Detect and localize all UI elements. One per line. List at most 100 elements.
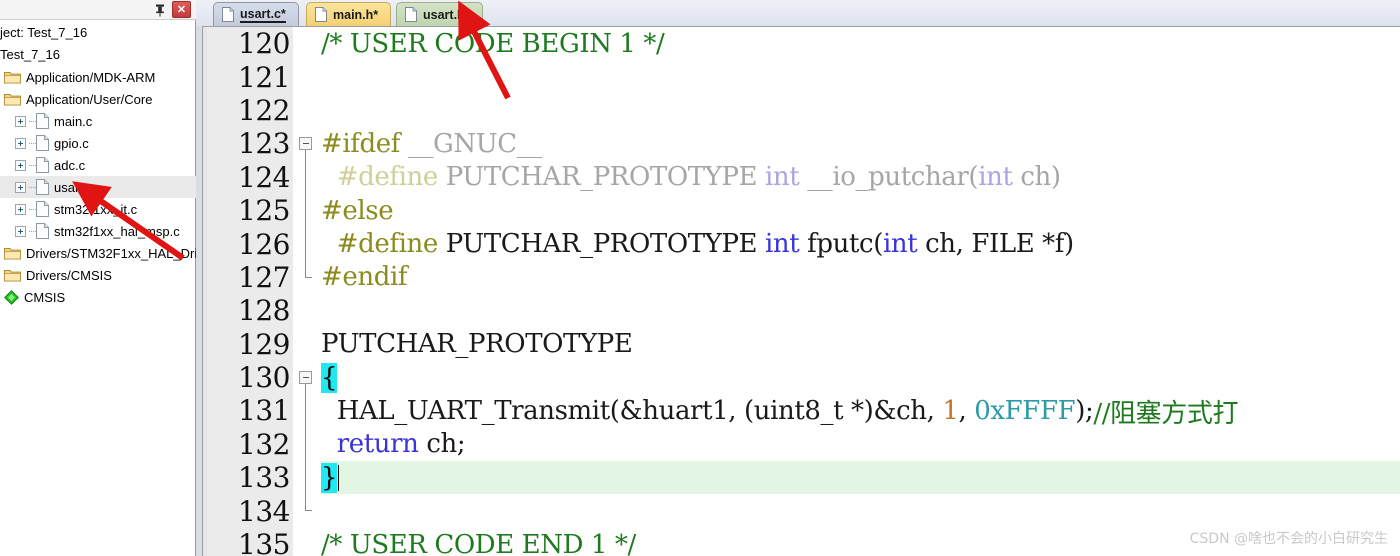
code-line-text xyxy=(321,60,1400,93)
project-root-label: Test_7_16 xyxy=(0,47,60,62)
line-number: 125 xyxy=(207,193,293,228)
code-line[interactable]: 124 #define PUTCHAR_PROTOTYPE int __io_p… xyxy=(207,160,1400,194)
tree-item-usart-c[interactable]: usart.c xyxy=(0,176,196,198)
code-line[interactable]: 126 #define PUTCHAR_PROTOTYPE int fputc(… xyxy=(207,227,1400,261)
expand-toggle-icon[interactable] xyxy=(15,115,26,127)
code-token: ch) xyxy=(1012,162,1061,193)
tree-item-adc-c[interactable]: adc.c xyxy=(0,154,196,176)
code-line[interactable]: 120 /* USER CODE BEGIN 1 */ xyxy=(207,27,1400,61)
code-line-text: #define PUTCHAR_PROTOTYPE int fputc(int … xyxy=(321,227,1400,260)
expand-toggle-icon[interactable] xyxy=(15,181,26,193)
code-line[interactable]: 125 #else xyxy=(207,193,1400,228)
line-number: 123 xyxy=(207,127,293,161)
code-token: fputc( xyxy=(799,229,883,260)
expand-toggle-icon[interactable] xyxy=(15,203,26,215)
folder-icon xyxy=(4,269,21,281)
editor-tab-main-h-[interactable]: main.h* xyxy=(306,2,392,26)
code-line[interactable]: 133} xyxy=(207,461,1400,495)
code-line[interactable]: 123 #ifdef __GNUC__ xyxy=(207,127,1400,162)
fold-gutter-cell[interactable] xyxy=(293,93,321,128)
code-token: #ifdef xyxy=(321,128,400,159)
code-token: int xyxy=(978,162,1013,193)
pin-icon[interactable] xyxy=(152,2,168,18)
tree-item-label: usart.c xyxy=(54,179,94,195)
project-header-label: ject: Test_7_16 xyxy=(0,25,88,40)
tree-item-main-c[interactable]: main.c xyxy=(0,110,196,132)
fold-gutter-cell[interactable] xyxy=(293,394,321,428)
fold-gutter-cell[interactable] xyxy=(293,193,321,228)
code-token: HAL_UART_Transmit(&huart1, (uint8_t *)&c… xyxy=(321,395,943,426)
code-line-text: { xyxy=(321,361,1400,394)
tree-item-drivers-stm32f1xx-hal-driv[interactable]: Drivers/STM32F1xx_HAL_Driv xyxy=(0,242,196,264)
file-icon xyxy=(36,135,49,151)
code-line[interactable]: 128 xyxy=(207,294,1400,328)
expand-toggle-icon[interactable] xyxy=(15,137,26,149)
fold-guide xyxy=(305,193,306,228)
editor-tab-label: main.h* xyxy=(333,7,379,22)
code-token: /* USER CODE BEGIN 1 */ xyxy=(321,28,665,59)
fold-gutter-cell[interactable] xyxy=(293,160,321,194)
code-area[interactable]: 120 /* USER CODE BEGIN 1 */ 121 122 123 #ifde… xyxy=(207,27,1400,556)
tree-item-application-user-core[interactable]: Application/User/Core xyxy=(0,88,196,110)
code-line[interactable]: 127 #endif xyxy=(207,260,1400,295)
code-line[interactable]: 130 { xyxy=(207,360,1400,395)
tree-connector xyxy=(29,164,36,166)
code-line-text: #define PUTCHAR_PROTOTYPE int __io_putch… xyxy=(321,161,1400,194)
code-token: ch, FILE *f) xyxy=(917,229,1074,260)
code-token: ); xyxy=(1075,395,1094,426)
tree-connector xyxy=(29,142,36,144)
tree-item-stm32f1xx-hal-msp-c[interactable]: stm32f1xx_hal_msp.c xyxy=(0,220,196,242)
fold-gutter-cell[interactable] xyxy=(293,27,321,61)
close-icon[interactable]: ✕ xyxy=(172,1,191,18)
fold-gutter-cell[interactable] xyxy=(293,527,321,556)
editor-tab-usart-c-[interactable]: usart.c* xyxy=(213,2,299,26)
code-token: return xyxy=(336,429,419,460)
tree-item-label: Drivers/STM32F1xx_HAL_Driv xyxy=(26,245,196,261)
code-token: __GNUC__ xyxy=(407,128,543,159)
code-line[interactable]: 129 PUTCHAR_PROTOTYPE xyxy=(207,327,1400,361)
expand-toggle-icon[interactable] xyxy=(15,159,26,171)
code-line[interactable]: 132 return ch; xyxy=(207,427,1400,462)
fold-gutter-cell[interactable] xyxy=(293,294,321,328)
code-line[interactable]: 131 HAL_UART_Transmit(&huart1, (uint8_t … xyxy=(207,394,1400,428)
tree-item-cmsis[interactable]: CMSIS xyxy=(0,286,196,308)
code-token: /* USER CODE END 1 */ xyxy=(321,529,636,556)
line-number: 134 xyxy=(207,494,293,528)
line-number: 121 xyxy=(207,60,293,94)
fold-gutter-cell[interactable] xyxy=(293,360,321,395)
code-line-text: return ch; xyxy=(321,428,1400,461)
tree-item-application-mdk-arm[interactable]: Application/MDK-ARM xyxy=(0,66,196,88)
panel-titlebar: ✕ xyxy=(0,0,196,20)
fold-gutter-cell[interactable] xyxy=(293,260,321,295)
fold-gutter-cell[interactable] xyxy=(293,461,321,495)
fold-gutter-cell[interactable] xyxy=(293,60,321,94)
code-line-text: } xyxy=(321,461,1400,495)
tree-item-drivers-cmsis[interactable]: Drivers/CMSIS xyxy=(0,264,196,286)
line-number: 124 xyxy=(207,160,293,194)
code-token: PUTCHAR_PROTOTYPE xyxy=(445,162,766,193)
code-line-text xyxy=(321,294,1400,327)
editor-tab-usart-h-[interactable]: usart.h* xyxy=(396,2,483,26)
code-frame: 120 /* USER CODE BEGIN 1 */ 121 122 123 #ifde… xyxy=(202,26,1400,556)
code-line-text: #else xyxy=(321,194,1400,227)
fold-gutter-cell[interactable] xyxy=(293,494,321,528)
tree-item-gpio-c[interactable]: gpio.c xyxy=(0,132,196,154)
fold-collapse-icon[interactable] xyxy=(299,137,312,151)
file-icon xyxy=(36,223,49,239)
expand-toggle-icon[interactable] xyxy=(15,225,26,237)
code-line-text: HAL_UART_Transmit(&huart1, (uint8_t *)&c… xyxy=(321,394,1400,428)
code-line[interactable]: 121 xyxy=(207,60,1400,94)
tree-item-stm32f1xx-it-c[interactable]: stm32f1xx_it.c xyxy=(0,198,196,220)
code-line[interactable]: 122 xyxy=(207,93,1400,128)
fold-gutter-cell[interactable] xyxy=(293,427,321,462)
file-icon xyxy=(36,157,49,173)
code-line[interactable]: 134 xyxy=(207,494,1400,528)
tree-item-label: stm32f1xx_hal_msp.c xyxy=(54,223,180,239)
code-line-text xyxy=(321,94,1400,127)
fold-collapse-icon[interactable] xyxy=(299,370,312,384)
fold-gutter-cell[interactable] xyxy=(293,227,321,261)
fold-gutter-cell[interactable] xyxy=(293,127,321,162)
fold-gutter-cell[interactable] xyxy=(293,327,321,361)
tree-item-label: adc.c xyxy=(54,157,86,173)
line-number: 126 xyxy=(207,227,293,261)
